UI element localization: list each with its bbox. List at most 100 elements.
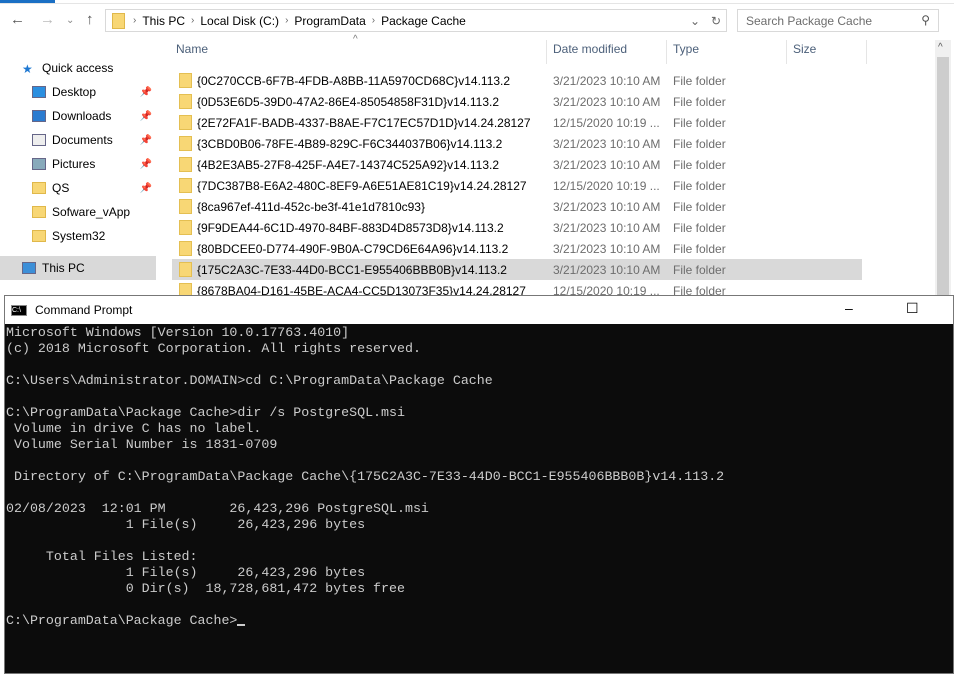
- cmd-title-bar[interactable]: C:\ Command Prompt – ☐: [5, 296, 953, 324]
- column-header-name[interactable]: Name: [176, 42, 208, 62]
- chevron-right-icon: ›: [371, 15, 376, 26]
- console-text: C:\ProgramData\Package Cache>dir /s Post…: [6, 405, 405, 420]
- sidebar-item-label: QS: [52, 181, 70, 195]
- file-list: {0C270CCB-6F7B-4FDB-A8BB-11A5970CD68C}v1…: [172, 70, 862, 301]
- console-line: (c) 2018 Microsoft Corporation. All righ…: [6, 341, 953, 357]
- address-bar[interactable]: › This PC › Local Disk (C:) › ProgramDat…: [105, 9, 727, 32]
- console-line: Microsoft Windows [Version 10.0.17763.40…: [6, 325, 953, 341]
- file-date: 3/21/2023 10:10 AM: [553, 199, 661, 214]
- chevron-right-icon: ›: [133, 15, 137, 26]
- picture-icon: [32, 158, 46, 170]
- sidebar-item-label: Desktop: [52, 85, 97, 99]
- column-divider[interactable]: [666, 40, 667, 64]
- console-line: 0 Dir(s) 18,728,681,472 bytes free: [6, 581, 953, 597]
- console-text: Directory of C:\ProgramData\Package Cach…: [6, 469, 725, 484]
- pin-icon[interactable]: 📌: [140, 87, 152, 98]
- column-divider[interactable]: [866, 40, 867, 64]
- sidebar-item[interactable]: ★ Quick access: [0, 56, 156, 80]
- file-name: {9F9DEA44-6C1D-4970-84BF-883D4D8573D8}v1…: [197, 220, 504, 235]
- file-name: {80BDCEE0-D774-490F-9B0A-C79CD6E64A96}v1…: [197, 241, 509, 256]
- file-row[interactable]: {9F9DEA44-6C1D-4970-84BF-883D4D8573D8}v1…: [172, 217, 862, 238]
- sidebar-item[interactable]: Documents 📌: [0, 128, 156, 152]
- file-name: {8ca967ef-411d-452c-be3f-41e1d7810c93}: [197, 199, 425, 214]
- file-row[interactable]: {8ca967ef-411d-452c-be3f-41e1d7810c93} 3/…: [172, 196, 862, 217]
- sidebar-item-label: Sofware_vApp: [52, 205, 131, 219]
- command-prompt-window[interactable]: C:\ Command Prompt – ☐ Microsoft Windows…: [4, 295, 954, 674]
- pin-icon[interactable]: 📌: [140, 159, 152, 170]
- address-dropdown-icon[interactable]: ⌄: [690, 14, 700, 28]
- computer-icon: [22, 262, 36, 274]
- scrollbar-thumb[interactable]: [937, 57, 949, 295]
- navigation-pane: ★ Quick access Desktop 📌 Downloads 📌 Documents…: [0, 56, 156, 280]
- recent-locations-button[interactable]: ⌄: [66, 15, 74, 26]
- download-icon: [32, 110, 46, 122]
- maximize-button[interactable]: ☐: [906, 300, 919, 317]
- sidebar-item[interactable]: This PC: [0, 256, 156, 280]
- forward-button[interactable]: →: [40, 11, 55, 28]
- file-date: 3/21/2023 10:10 AM: [553, 136, 661, 151]
- console-line: Volume in drive C has no label.: [6, 421, 953, 437]
- file-row[interactable]: {175C2A3C-7E33-44D0-BCC1-E955406BBB0B}v1…: [172, 259, 862, 280]
- sidebar-item[interactable]: Pictures 📌: [0, 152, 156, 176]
- file-date: 3/21/2023 10:10 AM: [553, 262, 661, 277]
- sidebar-item[interactable]: Sofware_vApp: [0, 200, 156, 224]
- cmd-icon: C:\: [11, 304, 27, 316]
- file-name: {175C2A3C-7E33-44D0-BCC1-E955406BBB0B}v1…: [197, 262, 507, 277]
- pin-icon[interactable]: 📌: [140, 183, 152, 194]
- file-row[interactable]: {0C270CCB-6F7B-4FDB-A8BB-11A5970CD68C}v1…: [172, 70, 862, 91]
- column-header-size[interactable]: Size: [793, 42, 816, 62]
- scroll-up-icon[interactable]: ^: [938, 42, 943, 53]
- sidebar-item[interactable]: Desktop 📌: [0, 80, 156, 104]
- refresh-icon[interactable]: ↻: [711, 14, 721, 28]
- sidebar-item[interactable]: System32: [0, 224, 156, 248]
- chevron-right-icon: ›: [285, 15, 289, 26]
- file-row[interactable]: {4B2E3AB5-27F8-425F-A4E7-14374C525A92}v1…: [172, 154, 862, 175]
- file-name: {7DC387B8-E6A2-480C-8EF9-A6E51AE81C19}v1…: [197, 178, 527, 193]
- console-text: Volume in drive C has no label.: [6, 421, 262, 436]
- folder-icon: [179, 241, 192, 256]
- breadcrumb-this-pc[interactable]: This PC: [142, 14, 185, 28]
- file-row[interactable]: {2E72FA1F-BADB-4337-B8AE-F7C17EC57D1D}v1…: [172, 112, 862, 133]
- file-row[interactable]: {3CBD0B06-78FE-4B89-829C-F6C344037B06}v1…: [172, 133, 862, 154]
- up-button[interactable]: ↑: [86, 11, 94, 28]
- console-output[interactable]: Microsoft Windows [Version 10.0.17763.40…: [5, 324, 953, 629]
- console-text: 1 File(s) 26,423,296 bytes: [6, 565, 366, 580]
- column-divider[interactable]: [546, 40, 547, 64]
- file-date: 3/21/2023 10:10 AM: [553, 241, 661, 256]
- breadcrumb-local-disk[interactable]: Local Disk (C:): [200, 14, 279, 28]
- column-header-type[interactable]: Type: [673, 42, 699, 62]
- console-line: Total Files Listed:: [6, 549, 953, 565]
- sidebar-item[interactable]: Downloads 📌: [0, 104, 156, 128]
- console-text: Total Files Listed:: [6, 549, 198, 564]
- file-row[interactable]: {7DC387B8-E6A2-480C-8EF9-A6E51AE81C19}v1…: [172, 175, 862, 196]
- minimize-button[interactable]: –: [845, 300, 853, 316]
- console-text: 0 Dir(s) 18,728,681,472 bytes free: [6, 581, 405, 596]
- star-icon: ★: [22, 62, 33, 76]
- search-input[interactable]: Search Package Cache ⚲: [737, 9, 939, 32]
- console-line: 1 File(s) 26,423,296 bytes: [6, 517, 953, 533]
- sidebar-item[interactable]: QS 📌: [0, 176, 156, 200]
- sidebar-item-label: Quick access: [42, 61, 114, 75]
- file-date: 3/21/2023 10:10 AM: [553, 220, 661, 235]
- file-row[interactable]: {0D53E6D5-39D0-47A2-86E4-85054858F31D}v1…: [172, 91, 862, 112]
- console-line: C:\ProgramData\Package Cache>: [6, 613, 953, 629]
- column-divider[interactable]: [786, 40, 787, 64]
- pin-icon[interactable]: 📌: [140, 111, 152, 122]
- console-line: Directory of C:\ProgramData\Package Cach…: [6, 469, 953, 485]
- folder-icon: [179, 73, 192, 88]
- file-date: 12/15/2020 10:19 ...: [553, 115, 660, 130]
- pin-icon[interactable]: 📌: [140, 135, 152, 146]
- file-type: File folder: [673, 241, 726, 256]
- back-button[interactable]: ←: [10, 11, 25, 28]
- file-row[interactable]: {80BDCEE0-D774-490F-9B0A-C79CD6E64A96}v1…: [172, 238, 862, 259]
- column-header-date[interactable]: Date modified: [553, 42, 627, 62]
- file-type: File folder: [673, 94, 726, 109]
- console-text: C:\ProgramData\Package Cache>: [6, 613, 238, 628]
- sort-ascending-icon: ^: [353, 34, 358, 45]
- breadcrumb-package-cache[interactable]: Package Cache: [381, 14, 466, 28]
- breadcrumb-programdata[interactable]: ProgramData: [294, 14, 365, 28]
